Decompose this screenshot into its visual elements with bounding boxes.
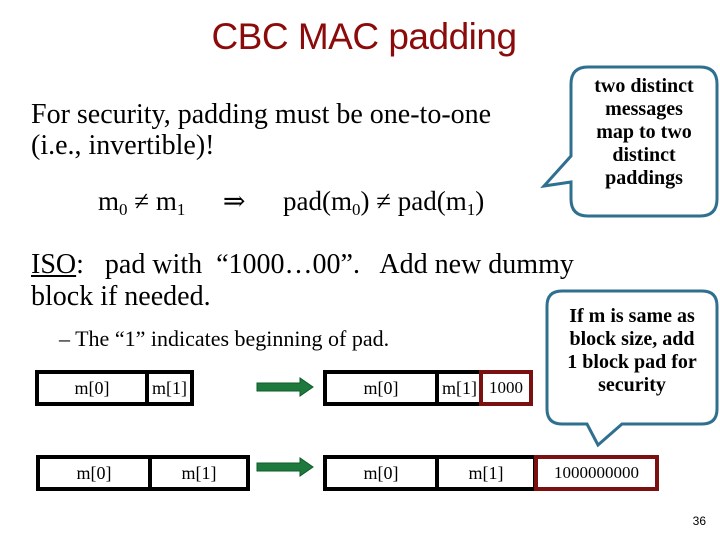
row1-pad-block: 1000 xyxy=(479,370,533,406)
callout-line: 1 block pad for xyxy=(567,351,697,373)
block-m0: m[0] xyxy=(76,462,112,483)
callout-line: two distinct xyxy=(594,75,694,97)
callout-distinct-paddings: two distinct messages map to two distinc… xyxy=(572,75,716,190)
callout-line: block size, add xyxy=(569,328,695,350)
block-m0: m[0] xyxy=(74,377,110,398)
callout-line: If m is same as xyxy=(569,305,695,327)
slide-title: CBC MAC padding xyxy=(211,16,517,57)
injectivity-formula: m0 ≠ m1 ⇒ pad(m0) ≠ pad(m1) xyxy=(98,186,484,220)
block-m1: m[1] xyxy=(145,374,190,402)
callout-line: security xyxy=(598,374,666,396)
iso-line-1: ISO: pad with “1000…00”. Add new dummy xyxy=(31,249,574,280)
block-m0: m[0] xyxy=(363,462,399,483)
block-m0: m[0] xyxy=(363,377,399,398)
formula-m0: m0 xyxy=(98,186,128,219)
row2-output-message: m[0] m[1] xyxy=(323,455,537,491)
sub-bullet-text: The “1” indicates beginning of pad. xyxy=(75,326,390,351)
callout-line: messages xyxy=(605,98,683,120)
sub-bullet: – The “1” indicates beginning of pad. xyxy=(59,326,389,352)
formula-neq-2: ≠ xyxy=(376,186,392,216)
callout-line: paddings xyxy=(605,167,683,189)
iso-line-1-text: : pad with “1000…00”. Add new dummy xyxy=(76,249,574,280)
block-m1: m[1] xyxy=(435,459,533,487)
row2-input-message: m[0] m[1] xyxy=(36,455,250,491)
row2-pad-block: 1000000000 xyxy=(534,455,659,491)
formula-pad-m0: pad(m0) xyxy=(282,186,370,219)
intro-line-2: (i.e., invertible)! xyxy=(31,130,215,161)
block-m1: m[1] xyxy=(148,459,246,487)
iso-line-2: block if needed. xyxy=(31,281,211,312)
intro-line-1: For security, padding must be one-to-one xyxy=(31,99,492,130)
row2-arrow-icon xyxy=(256,457,314,477)
implies-symbol: ⇒ xyxy=(222,186,246,216)
callout-line: distinct xyxy=(612,144,676,166)
block-m1: m[1] xyxy=(435,374,480,402)
formula-pad-m1: pad(m1) xyxy=(397,186,485,219)
callout-extra-block: If m is same as block size, add 1 block … xyxy=(548,305,716,397)
callout-line: map to two xyxy=(596,121,692,143)
row1-arrow-icon xyxy=(256,377,314,397)
formula-neq-1: ≠ xyxy=(134,186,150,216)
row1-output-message: m[0] m[1] xyxy=(323,370,484,406)
formula-m1: m1 xyxy=(155,186,186,219)
row1-input-message: m[0] m[1] xyxy=(35,370,194,406)
iso-label: ISO xyxy=(31,249,77,280)
page-number: 36 xyxy=(692,514,706,528)
bullet-dash: – xyxy=(59,326,70,351)
